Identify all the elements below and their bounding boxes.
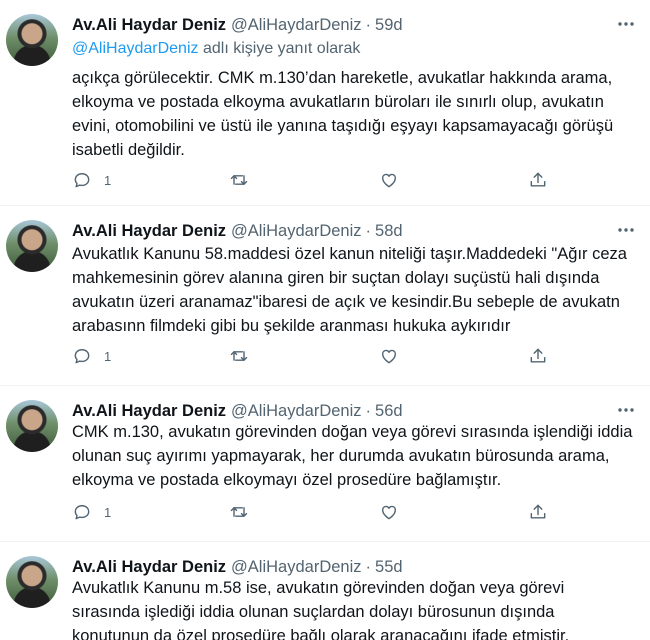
more-dots-icon bbox=[618, 22, 634, 26]
heart-icon bbox=[382, 173, 396, 188]
tweet[interactable]: Av.Ali Haydar Deniz @AliHaydarDeniz · 55… bbox=[0, 542, 650, 640]
tweet-thread: Av.Ali Haydar Deniz @AliHaydarDeniz · 59… bbox=[0, 0, 650, 640]
heart-icon bbox=[382, 349, 396, 364]
share-upload-icon bbox=[530, 504, 546, 519]
reply-count: 1 bbox=[104, 172, 112, 188]
tweet-actions: 1 bbox=[72, 344, 552, 368]
tweet-actions: 1 bbox=[72, 500, 552, 524]
more-dots-icon bbox=[618, 228, 634, 232]
tweet-text-line: CMK m.130, avukatın görevinden doğan vey… bbox=[72, 423, 633, 441]
reply-count: 1 bbox=[104, 504, 112, 520]
tweet-text-line: Avukatlık Kanunu 58.maddesi özel kanun n… bbox=[72, 245, 627, 263]
reply-bubble-icon bbox=[74, 349, 90, 364]
share-upload-icon bbox=[530, 348, 546, 363]
more-options-button[interactable] bbox=[614, 12, 638, 36]
author-handle[interactable]: @AliHaydarDeniz bbox=[231, 558, 361, 577]
tweet-text-line: elkoyma ve postada elkoymayı özel prosed… bbox=[72, 471, 502, 489]
tweet-text-line: arabasınn filmdeki gibi bu şekilde aranm… bbox=[72, 317, 511, 335]
author-handle[interactable]: @AliHaydarDeniz bbox=[231, 402, 361, 421]
tweet[interactable]: Av.Ali Haydar Deniz @AliHaydarDeniz · 59… bbox=[0, 0, 650, 206]
avatar[interactable] bbox=[6, 556, 58, 608]
author-name[interactable]: Av.Ali Haydar Deniz bbox=[72, 558, 226, 577]
avatar[interactable] bbox=[6, 220, 58, 272]
retweet-button[interactable] bbox=[229, 168, 249, 192]
author-name[interactable]: Av.Ali Haydar Deniz bbox=[72, 222, 226, 241]
more-dots-icon bbox=[618, 408, 634, 412]
retweet-icon bbox=[230, 507, 248, 517]
reply-bubble-icon bbox=[74, 173, 90, 188]
tweet-header: Av.Ali Haydar Deniz @AliHaydarDeniz · 56… bbox=[72, 400, 403, 422]
reply-bubble-icon bbox=[74, 505, 90, 520]
like-button[interactable] bbox=[379, 344, 399, 368]
reply-button[interactable]: 1 bbox=[72, 168, 111, 192]
tweet-text-line: olunan suç ayırımı yapmayarak, her durum… bbox=[72, 447, 610, 465]
retweet-button[interactable] bbox=[229, 500, 249, 524]
share-upload-icon bbox=[530, 172, 546, 187]
reply-button[interactable]: 1 bbox=[72, 344, 111, 368]
retweet-icon bbox=[230, 351, 248, 361]
reply-mention-link[interactable]: @AliHaydarDeniz bbox=[72, 40, 199, 57]
avatar[interactable] bbox=[6, 400, 58, 452]
tweet-text: Avukatlık Kanunu 58.maddesi özel kanun n… bbox=[72, 242, 644, 338]
timestamp[interactable]: 58d bbox=[375, 222, 403, 241]
tweet[interactable]: Av.Ali Haydar Deniz @AliHaydarDeniz · 56… bbox=[0, 386, 650, 542]
replying-to: @AliHaydarDeniz adlı kişiye yanıt olarak bbox=[72, 40, 360, 58]
share-button[interactable] bbox=[528, 500, 548, 524]
separator: · bbox=[365, 221, 372, 240]
tweet-text: Avukatlık Kanunu m.58 ise, avukatın göre… bbox=[72, 576, 644, 640]
author-name[interactable]: Av.Ali Haydar Deniz bbox=[72, 16, 226, 35]
tweet-actions: 1 bbox=[72, 168, 552, 192]
avatar[interactable] bbox=[6, 14, 58, 66]
tweet-text: CMK m.130, avukatın görevinden doğan vey… bbox=[72, 420, 644, 492]
tweet-header: Av.Ali Haydar Deniz @AliHaydarDeniz · 55… bbox=[72, 556, 403, 578]
tweet-text-line: elkoyma ve postada elkoyma avukatların b… bbox=[72, 93, 604, 111]
tweet-text-line: isabetli değildir. bbox=[72, 141, 185, 159]
separator: · bbox=[365, 401, 372, 420]
tweet[interactable]: Av.Ali Haydar Deniz @AliHaydarDeniz · 58… bbox=[0, 206, 650, 386]
tweet-header: Av.Ali Haydar Deniz @AliHaydarDeniz · 58… bbox=[72, 220, 403, 242]
tweet-text: açıkça görülecektir. CMK m.130’dan harek… bbox=[72, 66, 644, 162]
like-button[interactable] bbox=[379, 168, 399, 192]
reply-button[interactable]: 1 bbox=[72, 500, 111, 524]
reply-count: 1 bbox=[104, 348, 112, 364]
tweet-text-line: Avukatlık Kanunu m.58 ise, avukatın göre… bbox=[72, 579, 565, 597]
author-handle[interactable]: @AliHaydarDeniz bbox=[231, 16, 361, 35]
retweet-icon bbox=[230, 175, 248, 185]
more-options-button[interactable] bbox=[614, 218, 638, 242]
retweet-button[interactable] bbox=[229, 344, 249, 368]
tweet-text-line: konutunun da özel prosedüre bağlı olarak… bbox=[72, 627, 570, 640]
tweet-text-line: mahkemesinin görev alanına giren bir suç… bbox=[72, 269, 600, 287]
tweet-text-line: evini, otomobilini ve üstü ile yanına ta… bbox=[72, 117, 614, 135]
separator: · bbox=[365, 557, 372, 576]
tweet-text-line: sırasında işlediği iddia olunan suçlarda… bbox=[72, 603, 555, 621]
timestamp[interactable]: 55d bbox=[375, 558, 403, 577]
share-button[interactable] bbox=[528, 168, 548, 192]
reply-to-label: adlı kişiye yanıt olarak bbox=[198, 40, 361, 57]
separator: · bbox=[365, 15, 372, 34]
like-button[interactable] bbox=[379, 500, 399, 524]
timestamp[interactable]: 59d bbox=[375, 16, 403, 35]
more-options-button[interactable] bbox=[614, 398, 638, 422]
share-button[interactable] bbox=[528, 344, 548, 368]
tweet-text-line: açıkça görülecektir. CMK m.130’dan harek… bbox=[72, 69, 613, 87]
heart-icon bbox=[382, 505, 396, 520]
timestamp[interactable]: 56d bbox=[375, 402, 403, 421]
author-handle[interactable]: @AliHaydarDeniz bbox=[231, 222, 361, 241]
tweet-text-line: avukatın üzeri aranamaz"ibaresi de açık … bbox=[72, 293, 620, 311]
tweet-header: Av.Ali Haydar Deniz @AliHaydarDeniz · 59… bbox=[72, 14, 403, 36]
author-name[interactable]: Av.Ali Haydar Deniz bbox=[72, 402, 226, 421]
